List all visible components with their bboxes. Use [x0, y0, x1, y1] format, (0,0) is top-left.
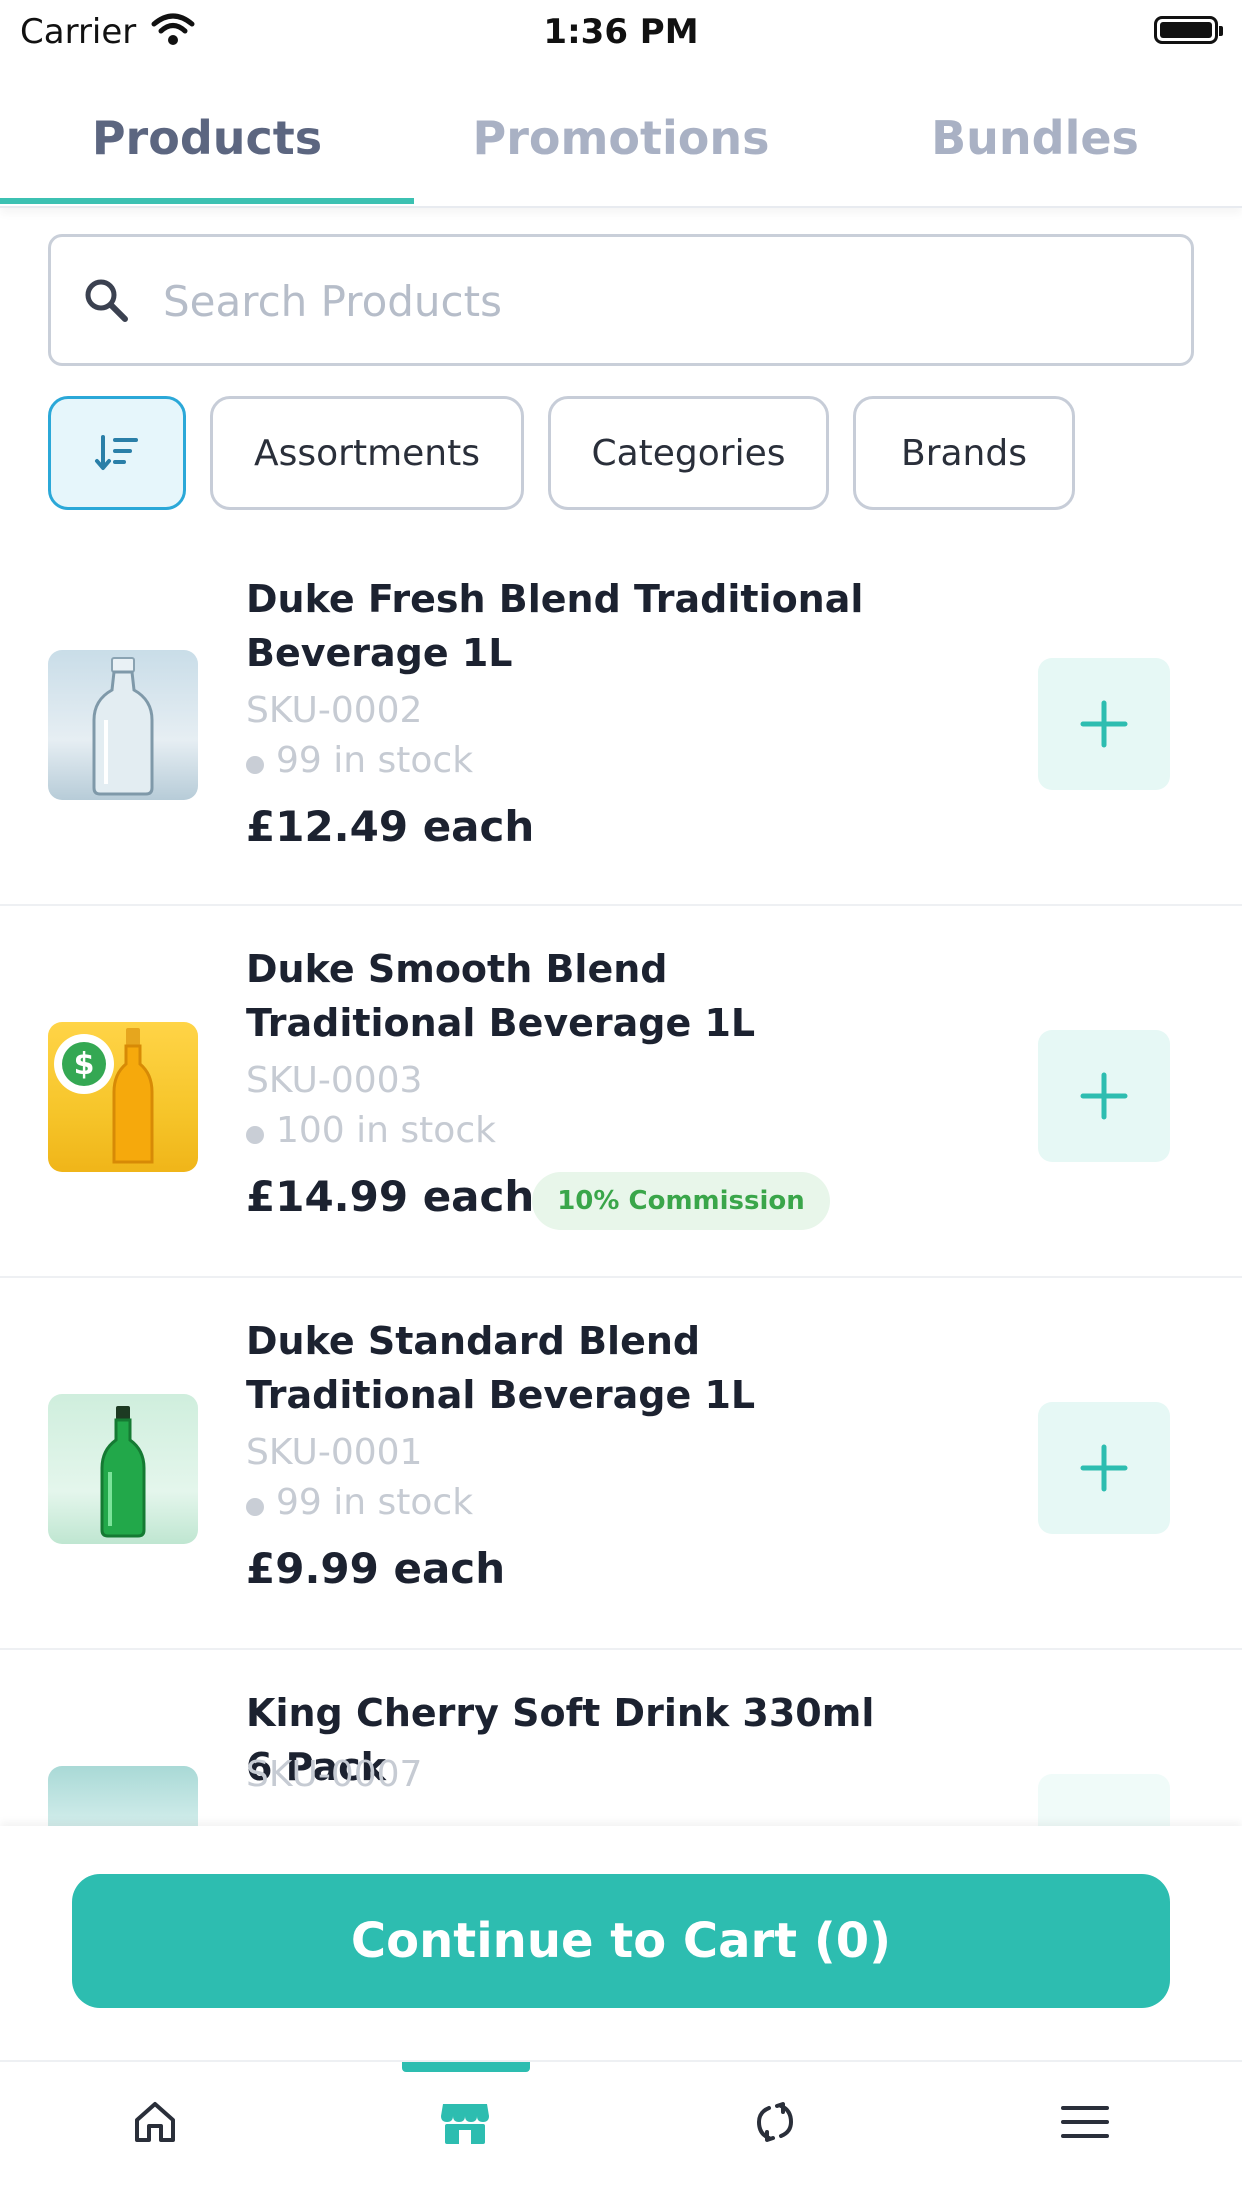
product-stock: 99 in stock	[246, 1482, 473, 1523]
active-tab-indicator	[0, 198, 414, 204]
tab-products[interactable]: Products	[0, 70, 414, 206]
stock-dot-icon	[246, 1497, 264, 1516]
product-sku: SKU-0001	[246, 1432, 423, 1473]
commission-badge: 10% Commission	[532, 1172, 830, 1230]
nav-sync[interactable]	[620, 2062, 930, 2182]
product-name: Duke Standard Blend Traditional Beverage…	[246, 1319, 756, 1417]
plus-icon	[1080, 700, 1128, 748]
menu-icon	[1061, 2106, 1109, 2138]
nav-menu[interactable]	[930, 2062, 1240, 2182]
product-price: £12.49 each	[246, 802, 535, 851]
store-icon	[441, 2104, 489, 2144]
sort-button[interactable]	[48, 396, 186, 510]
add-to-cart-button[interactable]	[1038, 1774, 1170, 1828]
stock-dot-icon	[246, 1125, 264, 1144]
search-input[interactable]	[161, 257, 1165, 345]
add-to-cart-button[interactable]	[1038, 1030, 1170, 1162]
stock-dot-icon	[246, 755, 264, 774]
plus-icon	[1080, 1072, 1128, 1120]
sync-icon	[756, 2102, 794, 2142]
product-price: £14.99 each	[246, 1172, 535, 1221]
bottom-nav	[0, 2062, 1242, 2208]
nav-store[interactable]	[310, 2062, 620, 2182]
product-price: £9.99 each	[246, 1544, 506, 1593]
tab-bar: Products Promotions Bundles	[0, 70, 1242, 208]
plus-icon	[1080, 1444, 1128, 1492]
product-sku: SKU-0003	[246, 1060, 423, 1101]
filter-assortments[interactable]: Assortments	[210, 396, 524, 510]
search-box	[48, 234, 1194, 366]
tab-bundles[interactable]: Bundles	[828, 70, 1242, 206]
stock-label: 99 in stock	[276, 740, 474, 781]
product-sku: SKU-0002	[246, 690, 423, 731]
product-name: Duke Fresh Blend Traditional Beverage 1L	[246, 577, 864, 675]
svg-text:$: $	[74, 1047, 95, 1082]
product-image-green-bottle	[48, 1394, 198, 1544]
product-row[interactable]: $ Duke Smooth Blend Traditional Beverage…	[0, 904, 1242, 1278]
product-stock: 100 in stock	[246, 1110, 496, 1151]
product-image-clear-bottle	[48, 650, 198, 800]
filter-categories[interactable]: Categories	[548, 396, 829, 510]
tab-promotions[interactable]: Promotions	[414, 70, 828, 206]
add-to-cart-button[interactable]	[1038, 1402, 1170, 1534]
filter-brands[interactable]: Brands	[853, 396, 1075, 510]
stock-label: 100 in stock	[276, 1110, 496, 1151]
product-image-amber-bottle: $	[48, 1022, 198, 1172]
status-time: 1:36 PM	[543, 12, 699, 52]
product-stock: 99 in stock	[246, 740, 473, 781]
search-icon	[85, 279, 128, 322]
product-name: Duke Smooth Blend Traditional Beverage 1…	[246, 947, 756, 1045]
nav-home[interactable]	[0, 2062, 310, 2182]
continue-to-cart-button[interactable]: Continue to Cart (0)	[72, 1874, 1170, 2008]
product-image-soda-can	[48, 1766, 198, 1828]
stock-label: 99 in stock	[276, 1482, 474, 1523]
add-to-cart-button[interactable]	[1038, 658, 1170, 790]
product-row[interactable]: Duke Standard Blend Traditional Beverage…	[0, 1276, 1242, 1650]
status-bar: Carrier 1:36 PM	[0, 0, 1242, 62]
home-icon	[135, 2102, 175, 2142]
sort-icon	[95, 435, 138, 470]
battery-icon	[1154, 16, 1223, 44]
product-row[interactable]: King Cherry Soft Drink 330ml 6 Pack SKU-…	[0, 1648, 1242, 1828]
cart-footer: Continue to Cart (0)	[0, 1826, 1242, 2062]
product-sku: SKU-0007	[246, 1754, 423, 1795]
commission-badge-icon: $	[54, 1034, 114, 1094]
product-row[interactable]: Duke Fresh Blend Traditional Beverage 1L…	[0, 548, 1242, 906]
